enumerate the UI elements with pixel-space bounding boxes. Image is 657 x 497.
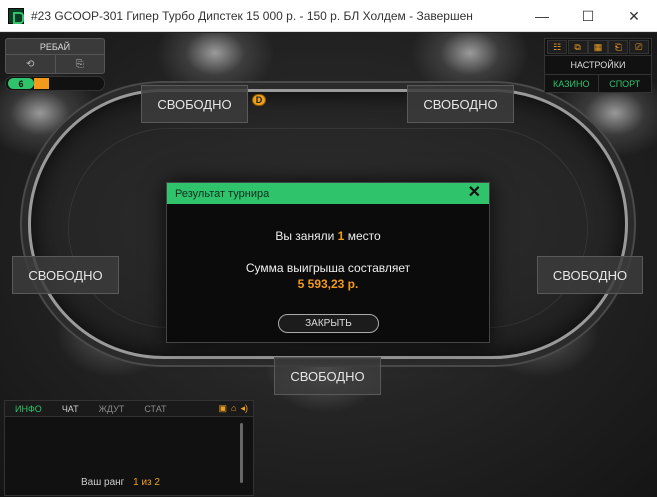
level-progress-bar: 6 bbox=[5, 76, 105, 91]
close-window-button[interactable]: ✕ bbox=[611, 0, 657, 32]
app-logo-icon bbox=[8, 7, 24, 24]
chat-icon-group: ▣ ⌂ ◂) bbox=[219, 403, 253, 414]
tournament-result-dialog: Результат турнира ✕ Вы заняли 1 место Су… bbox=[166, 182, 490, 343]
tables-icon[interactable]: ⧉ bbox=[567, 40, 588, 54]
toolbar-icons: ☷ ⧉ ▦ ⎗ ⎚ bbox=[545, 39, 651, 55]
exit-icon[interactable]: ⎘ bbox=[54, 55, 105, 73]
maximize-button[interactable]: ☐ bbox=[565, 0, 611, 32]
chat-tabs: ИНФО ЧАТ ЖДУТ СТАТ ▣ ⌂ ◂) bbox=[5, 401, 253, 417]
lobby-panel: ☷ ⧉ ▦ ⎗ ⎚ НАСТРОЙКИ КАЗИНО СПОРТ bbox=[544, 38, 652, 93]
sound-icon[interactable]: ◂) bbox=[240, 403, 248, 414]
grid-icon[interactable]: ▦ bbox=[587, 40, 608, 54]
seat-top-right[interactable]: СВОБОДНО bbox=[407, 85, 514, 123]
chat-scrollbar[interactable] bbox=[240, 423, 243, 483]
rank-label: Ваш ранг bbox=[81, 477, 125, 488]
window-controls: — ☐ ✕ bbox=[519, 0, 657, 32]
dialog-title: Результат турнира bbox=[175, 187, 270, 200]
level-number: 6 bbox=[8, 78, 34, 89]
message-icon[interactable]: ▣ bbox=[219, 403, 228, 414]
close-icon[interactable]: ✕ bbox=[468, 184, 481, 202]
place-message: Вы заняли 1 место bbox=[167, 229, 489, 243]
list-icon[interactable]: ☷ bbox=[547, 40, 568, 54]
tab-stats[interactable]: СТАТ bbox=[134, 401, 176, 417]
tab-info[interactable]: ИНФО bbox=[5, 401, 52, 417]
chat-window-icon[interactable]: ⎚ bbox=[628, 40, 649, 54]
minimize-button[interactable]: — bbox=[519, 0, 565, 32]
winnings-label: Сумма выигрыша составляет bbox=[245, 261, 411, 275]
level-progress-fill bbox=[34, 78, 49, 89]
sport-button[interactable]: СПОРТ bbox=[597, 75, 652, 92]
settings-button[interactable]: НАСТРОЙКИ bbox=[545, 55, 651, 74]
place-prefix: Вы заняли bbox=[275, 229, 335, 243]
casino-sport-row: КАЗИНО СПОРТ bbox=[545, 74, 651, 92]
lobby-icon[interactable]: ⎗ bbox=[608, 40, 629, 54]
place-value: 1 bbox=[337, 229, 345, 243]
rebuy-actions: ⟲ ⎘ bbox=[6, 55, 104, 73]
rank-info: Ваш ранг 1 из 2 bbox=[81, 477, 160, 488]
dialog-header: Результат турнира ✕ bbox=[167, 183, 489, 204]
info-chat-panel: ИНФО ЧАТ ЖДУТ СТАТ ▣ ⌂ ◂) Ваш ранг 1 из … bbox=[4, 400, 254, 496]
rank-value: 1 из 2 bbox=[133, 477, 160, 488]
dealer-chat-icon[interactable]: ⌂ bbox=[231, 403, 236, 414]
seat-top-left[interactable]: СВОБОДНО bbox=[141, 85, 248, 123]
casino-button[interactable]: КАЗИНО bbox=[545, 75, 598, 92]
window-title: #23 GCOOP-301 Гипер Турбо Дипстек 15 000… bbox=[31, 8, 473, 23]
poker-table-area: РЕБАЙ ⟲ ⎘ 6 ☷ ⧉ ▦ ⎗ ⎚ НАСТРОЙКИ КАЗИНО С… bbox=[0, 33, 657, 497]
place-suffix: место bbox=[347, 229, 381, 243]
winnings-amount: 5 593,23 р. bbox=[297, 277, 359, 291]
tab-waiting[interactable]: ЖДУТ bbox=[89, 401, 135, 417]
seat-bottom[interactable]: СВОБОДНО bbox=[274, 357, 381, 395]
seat-right[interactable]: СВОБОДНО bbox=[537, 256, 643, 294]
tab-chat[interactable]: ЧАТ bbox=[52, 401, 89, 417]
title-bar: #23 GCOOP-301 Гипер Турбо Дипстек 15 000… bbox=[0, 0, 657, 32]
poker-window: #23 GCOOP-301 Гипер Турбо Дипстек 15 000… bbox=[0, 0, 657, 497]
refresh-icon[interactable]: ⟲ bbox=[6, 55, 55, 73]
seat-left[interactable]: СВОБОДНО bbox=[12, 256, 119, 294]
close-dialog-button[interactable]: ЗАКРЫТЬ bbox=[278, 314, 379, 333]
dealer-button-icon: D bbox=[252, 94, 266, 106]
rebuy-panel: РЕБАЙ ⟲ ⎘ bbox=[5, 38, 105, 74]
rebuy-button[interactable]: РЕБАЙ bbox=[6, 39, 104, 55]
